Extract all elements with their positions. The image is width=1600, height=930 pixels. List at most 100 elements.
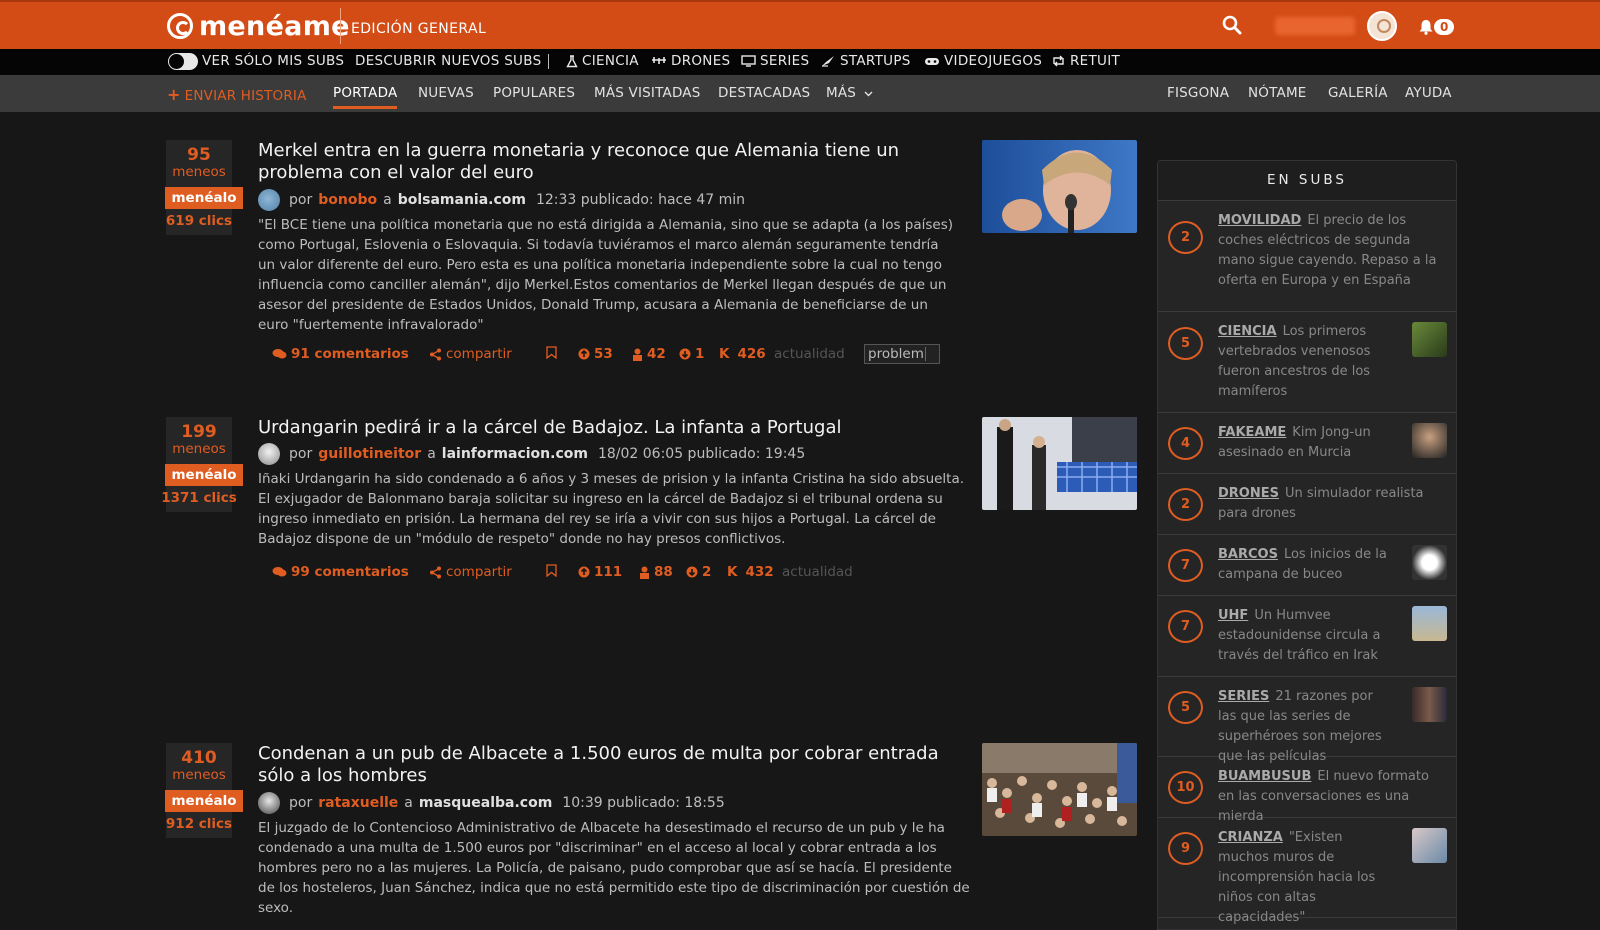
meneame-vote-button[interactable]: menéalo bbox=[165, 790, 243, 812]
story-category[interactable]: actualidad bbox=[782, 564, 853, 580]
author-avatar[interactable] bbox=[258, 792, 280, 814]
story-source[interactable]: masquealba.com bbox=[419, 795, 552, 811]
story-summary: "El BCE tiene una política monetaria que… bbox=[258, 217, 954, 333]
sub-name-link[interactable]: BARCOS bbox=[1218, 547, 1278, 562]
meneame-vote-button[interactable]: menéalo bbox=[165, 187, 243, 209]
discover-subs-link[interactable]: DESCUBRIR NUEVOS SUBS bbox=[355, 53, 541, 69]
nav-fisgona[interactable]: FISGONA bbox=[1167, 85, 1229, 101]
bell-icon[interactable] bbox=[1418, 19, 1434, 35]
username-blurred[interactable] bbox=[1275, 17, 1355, 35]
sidebar-sub-item[interactable]: 4 FAKEAME Kim Jong-un asesinado en Murcia bbox=[1158, 413, 1456, 474]
sub-name-link[interactable]: BUAMBUSUB bbox=[1218, 769, 1311, 784]
sub-name-link[interactable]: MOVILIDAD bbox=[1218, 213, 1301, 228]
sub-item-thumbnail[interactable] bbox=[1412, 545, 1447, 580]
sidebar-sub-item[interactable]: 7 BARCOS Los inicios de la campana de buc… bbox=[1158, 535, 1456, 596]
story-thumbnail[interactable] bbox=[982, 140, 1137, 233]
sub-name-link[interactable]: UHF bbox=[1218, 608, 1248, 623]
story-source[interactable]: lainformacion.com bbox=[442, 446, 588, 462]
author-avatar[interactable] bbox=[258, 443, 280, 465]
share-link[interactable]: compartir bbox=[429, 346, 512, 362]
sub-item-thumbnail[interactable] bbox=[1412, 423, 1447, 458]
user-avatar[interactable] bbox=[1367, 11, 1397, 41]
nav-notame[interactable]: NÓTAME bbox=[1248, 85, 1307, 101]
share-link[interactable]: compartir bbox=[429, 564, 512, 580]
site-logo[interactable]: menéame bbox=[167, 11, 350, 42]
nav-galeria[interactable]: GALERÍA bbox=[1328, 85, 1388, 101]
sub-item-thumbnail[interactable] bbox=[1412, 828, 1447, 863]
sidebar-sub-item[interactable]: 10 BUAMBUSUB El nuevo formato en las conv… bbox=[1158, 757, 1456, 824]
tab-portada[interactable]: PORTADA bbox=[333, 85, 398, 109]
sub-link-series[interactable]: SERIES bbox=[741, 53, 809, 69]
story-author[interactable]: guillotineitor bbox=[318, 446, 421, 462]
bookmark-button[interactable] bbox=[546, 564, 561, 577]
sub-link-retuit[interactable]: RETUIT bbox=[1051, 53, 1120, 69]
bookmark-button[interactable] bbox=[546, 346, 561, 359]
comments-link[interactable]: 99 comentarios bbox=[272, 564, 409, 580]
tab-nuevas[interactable]: NUEVAS bbox=[418, 85, 474, 101]
story-source[interactable]: bolsamania.com bbox=[398, 192, 526, 208]
negative-votes: 1 bbox=[679, 346, 704, 362]
downvote-icon bbox=[686, 566, 698, 578]
subs-bar: VER SÓLO MIS SUBS DESCUBRIR NUEVOS SUBS … bbox=[0, 49, 1600, 75]
my-subs-toggle-label[interactable]: VER SÓLO MIS SUBS bbox=[202, 53, 344, 69]
tab-populares[interactable]: POPULARES bbox=[493, 85, 575, 101]
sidebar-sub-item[interactable]: 5 SERIES 21 razones por las que las serie… bbox=[1158, 677, 1456, 764]
story-summary: El juzgado de lo Contencioso Administrat… bbox=[258, 820, 970, 916]
logo-divider bbox=[340, 8, 341, 44]
author-avatar[interactable] bbox=[258, 189, 280, 211]
plus-icon: + bbox=[167, 85, 181, 104]
sub-item-thumbnail[interactable] bbox=[1412, 322, 1447, 357]
clicks-count: 1371 clics bbox=[161, 490, 237, 506]
story-item: 199 meneos menéalo 1371 clics Urdangarin… bbox=[160, 417, 1140, 617]
edition-link[interactable]: EDICIÓN GENERAL bbox=[351, 21, 486, 37]
sub-name-link[interactable]: SERIES bbox=[1218, 689, 1269, 704]
sub-link-videojuegos[interactable]: VIDEOJUEGOS bbox=[924, 53, 1042, 69]
story-meta: por bonobo a bolsamania.com 12:33 public… bbox=[258, 189, 745, 211]
nav-ayuda[interactable]: AYUDA bbox=[1405, 85, 1452, 101]
sub-name-link[interactable]: CRIANZA bbox=[1218, 830, 1283, 845]
notification-count-badge[interactable]: 0 bbox=[1434, 19, 1455, 35]
story-author[interactable]: bonobo bbox=[318, 192, 377, 208]
karma-label: K bbox=[727, 564, 738, 580]
chevron-down-icon bbox=[924, 347, 936, 361]
positive-votes-count: 53 bbox=[594, 346, 613, 362]
sidebar-sub-item[interactable]: 7 UHF Un Humvee estadounidense circula a … bbox=[1158, 596, 1456, 677]
story-title[interactable]: Urdangarin pedirá ir a la cárcel de Bada… bbox=[258, 417, 978, 439]
sub-name-link[interactable]: CIENCIA bbox=[1218, 324, 1277, 339]
search-icon[interactable] bbox=[1222, 15, 1242, 35]
monitor-icon bbox=[741, 55, 756, 67]
story-title[interactable]: Merkel entra en la guerra monetaria y re… bbox=[258, 140, 978, 184]
anonymous-votes: 88 bbox=[639, 564, 673, 580]
tab-mas-dropdown[interactable]: MÁS bbox=[826, 85, 873, 101]
sub-link-ciencia[interactable]: CIENCIA bbox=[566, 53, 639, 69]
sub-votes-badge: 5 bbox=[1168, 327, 1203, 360]
sub-votes-badge: 2 bbox=[1168, 221, 1203, 254]
sidebar-sub-item[interactable]: 2 DRONES Un simulador realista para drone… bbox=[1158, 474, 1456, 535]
sidebar-sub-item[interactable]: 5 CIENCIA Los primeros vertebrados veneno… bbox=[1158, 312, 1456, 413]
sub-link-startups[interactable]: STARTUPS bbox=[821, 53, 911, 69]
comments-link[interactable]: 91 comentarios bbox=[272, 346, 409, 362]
sidebar-sub-item[interactable]: 9 CRIANZA "Existen muchos muros de incomp… bbox=[1158, 818, 1456, 925]
story-category[interactable]: actualidad bbox=[774, 346, 845, 362]
sub-item-thumbnail[interactable] bbox=[1412, 606, 1447, 641]
sub-name-link[interactable]: DRONES bbox=[1218, 486, 1279, 501]
send-story-button[interactable]: + ENVIAR HISTORIA bbox=[167, 85, 307, 104]
sidebar-sub-item[interactable]: 2 MOVILIDAD El precio de los coches eléct… bbox=[1158, 201, 1456, 312]
meneame-vote-button[interactable]: menéalo bbox=[165, 464, 243, 486]
sub-item-thumbnail[interactable] bbox=[1412, 687, 1447, 722]
story-author[interactable]: rataxuelle bbox=[318, 795, 398, 811]
anonymous-user-icon bbox=[640, 566, 649, 579]
sub-name-link[interactable]: FAKEAME bbox=[1218, 425, 1286, 440]
tag-select[interactable]: problem bbox=[864, 344, 940, 364]
my-subs-toggle[interactable] bbox=[168, 53, 198, 70]
story-title[interactable]: Condenan a un pub de Albacete a 1.500 eu… bbox=[258, 743, 978, 787]
positive-votes-count: 111 bbox=[594, 564, 623, 580]
sub-link-drones[interactable]: DRONES bbox=[651, 53, 730, 69]
karma: K 432 bbox=[727, 564, 774, 580]
tab-destacadas[interactable]: DESTACADAS bbox=[718, 85, 810, 101]
by-label: por bbox=[289, 192, 313, 208]
story-thumbnail[interactable] bbox=[982, 743, 1137, 836]
tab-mas-visitadas[interactable]: MÁS VISITADAS bbox=[594, 85, 701, 101]
upvote-icon bbox=[578, 348, 590, 360]
story-thumbnail[interactable] bbox=[982, 417, 1137, 510]
